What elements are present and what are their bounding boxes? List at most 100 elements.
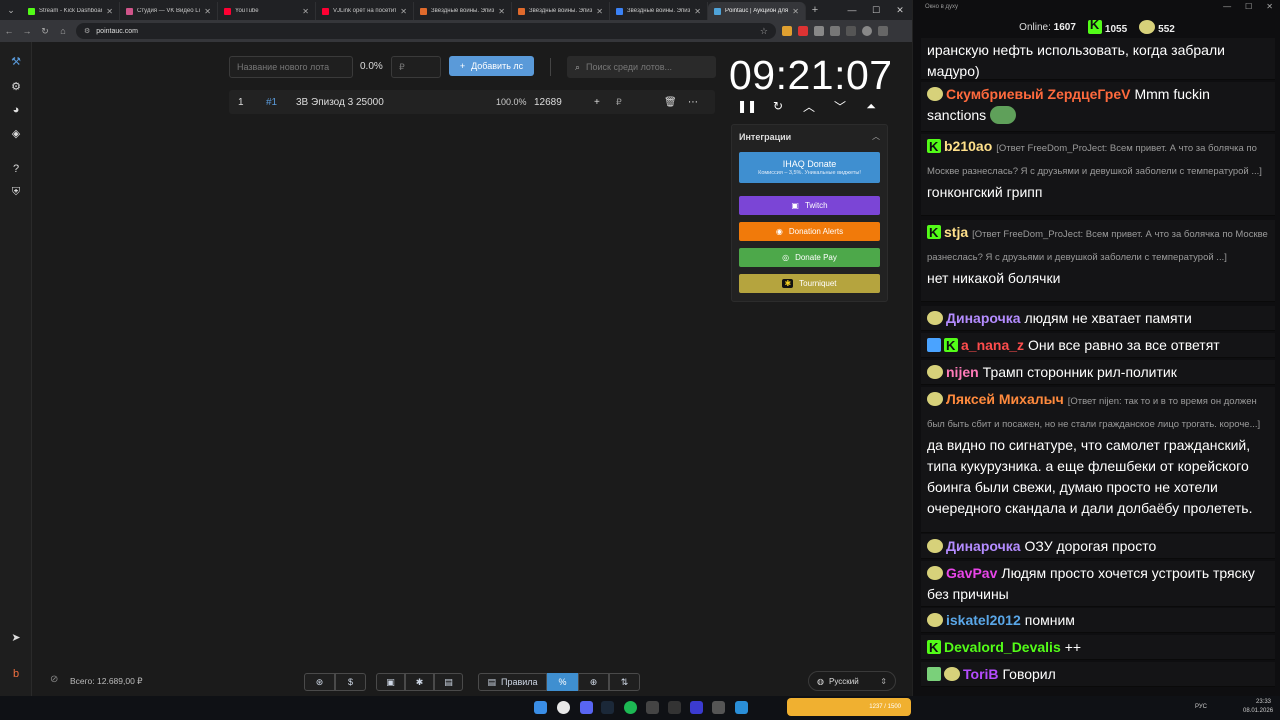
clock-date[interactable]: 08.01.2026	[1243, 708, 1273, 714]
lot-currency-input[interactable]: ₽	[616, 97, 664, 108]
boosty-icon[interactable]: b	[9, 667, 23, 681]
rules-button[interactable]: ▤ Правила	[478, 673, 547, 691]
minimize-icon[interactable]: —	[1223, 2, 1231, 11]
username[interactable]: a_nana_z	[961, 337, 1024, 353]
spotify-icon[interactable]	[624, 701, 637, 714]
new-lot-name-input[interactable]: Название нового лота	[229, 56, 353, 78]
time-down-icon[interactable]: ﹀	[832, 98, 848, 114]
steam-icon[interactable]	[601, 701, 614, 714]
browser-tab[interactable]: Звёздные войны. Эпизод ✕	[414, 2, 512, 20]
username[interactable]: Динарочка	[946, 538, 1021, 554]
donation-alerts-button[interactable]: ◉ Donation Alerts	[739, 222, 880, 241]
donate-dollar-icon[interactable]: $	[335, 673, 366, 691]
telegram-icon[interactable]	[735, 701, 748, 714]
username[interactable]: nijen	[946, 364, 979, 380]
save-icon[interactable]: ▣	[376, 673, 405, 691]
username[interactable]: Динарочка	[946, 310, 1021, 326]
language-select[interactable]: ◍ Русский ⇕	[808, 671, 896, 691]
extension-icon[interactable]	[782, 26, 792, 36]
app-icon[interactable]	[646, 701, 659, 714]
donate-pay-button[interactable]: ◎ Donate Pay	[739, 248, 880, 267]
new-lot-amount-input[interactable]: ₽	[391, 56, 441, 78]
ihaq-donate-button[interactable]: IHAQ Donate Комиссия – 3,5%. Уникальные …	[739, 152, 880, 183]
discord-icon[interactable]	[580, 701, 593, 714]
reload-icon[interactable]: ↻	[36, 26, 54, 37]
username[interactable]: iskatel2012	[946, 612, 1021, 628]
username[interactable]: b210ao	[944, 138, 992, 154]
pause-icon[interactable]: ❚❚	[737, 98, 757, 114]
forward-icon[interactable]: →	[18, 26, 36, 36]
clock-time[interactable]: 23:33	[1256, 699, 1271, 705]
layers-icon[interactable]: ◈	[9, 126, 23, 140]
browser-tab[interactable]: Звёздные войны. Эпизод ✕	[610, 2, 708, 20]
auction-hammer-icon[interactable]: ⚒	[9, 54, 23, 68]
close-icon[interactable]: ✕	[596, 7, 603, 16]
tourniquet-button[interactable]: ✱ Tourniquet	[739, 274, 880, 293]
time-up-icon[interactable]: ︿	[801, 98, 817, 114]
menu-icon[interactable]	[878, 26, 888, 36]
percent-toggle[interactable]: %	[547, 673, 578, 691]
lot-search-input[interactable]: ⌕ Поиск среди лотов...	[567, 56, 716, 78]
close-icon[interactable]: ✕	[694, 7, 701, 16]
browser-tab[interactable]: VJLink орёт на посетителей✕	[316, 2, 414, 20]
username[interactable]: Ляксей Михалыч	[946, 391, 1064, 407]
username[interactable]: Devalord_Devalis	[944, 639, 1061, 655]
maximize-icon[interactable]: ☐	[1245, 2, 1252, 11]
tab-search-icon[interactable]: ⌄	[0, 0, 22, 20]
browser-tab[interactable]: Студия — VK Видео Live ✕	[120, 2, 218, 20]
close-icon[interactable]: ✕	[400, 7, 407, 16]
download-icon[interactable]	[846, 26, 856, 36]
minimize-icon[interactable]: —	[840, 0, 864, 20]
lot-row[interactable]: 1 #1 3В Эпизод 3 25000 100.0% 12689 + ₽ …	[229, 90, 715, 114]
add-amount-icon[interactable]: +	[594, 97, 616, 108]
reset-icon[interactable]: ↻	[770, 98, 786, 114]
browser-tab[interactable]: Звёздные войны. Эпизод ✕	[512, 2, 610, 20]
chrome-icon[interactable]	[557, 701, 570, 714]
new-tab-button[interactable]: +	[806, 4, 824, 16]
hide-total-icon[interactable]: ⊘	[50, 674, 58, 685]
media-widget[interactable]: 1237 / 1500	[787, 698, 911, 716]
maximize-icon[interactable]: ☐	[864, 0, 888, 20]
browser-tab-active[interactable]: Pointauc | Аукцион для стримеров✕	[708, 2, 806, 20]
extensions-puzzle-icon[interactable]	[830, 26, 840, 36]
app-icon[interactable]	[712, 701, 725, 714]
close-icon[interactable]: ✕	[1266, 2, 1273, 11]
double-up-icon[interactable]: ⏶	[863, 98, 879, 114]
close-window-icon[interactable]: ✕	[888, 0, 912, 20]
github-icon[interactable]: ⊛	[304, 673, 335, 691]
more-icon[interactable]: ⋯	[688, 97, 702, 108]
back-icon[interactable]: ←	[0, 26, 18, 36]
close-icon[interactable]: ✕	[792, 7, 799, 16]
sort-icon[interactable]: ⇅	[609, 673, 640, 691]
url-field[interactable]: ⚙ pointauc.com ☆	[76, 23, 776, 39]
delete-icon[interactable]: 🗑	[664, 97, 688, 108]
collapse-icon[interactable]: ︿	[872, 131, 880, 142]
shield-icon[interactable]: ⛨	[9, 185, 23, 199]
add-lot-button[interactable]: + Добавить лс	[449, 56, 534, 76]
keyboard-language[interactable]: РУС	[1195, 704, 1207, 710]
app-icon[interactable]	[668, 701, 681, 714]
username[interactable]: Скумбриевый ZердцеГреV	[946, 86, 1130, 102]
username[interactable]: stja	[944, 224, 968, 240]
browser-tab[interactable]: Stream - Kick Dashboard ✕	[22, 2, 120, 20]
split-icon[interactable]: ⊕	[578, 673, 609, 691]
settings-gear-icon[interactable]: ⚙	[9, 79, 23, 93]
username[interactable]: ToriB	[963, 666, 999, 682]
close-icon[interactable]: ✕	[302, 7, 309, 16]
app-icon[interactable]	[690, 701, 703, 714]
extension-icon[interactable]	[798, 26, 808, 36]
clear-icon[interactable]: ▤	[434, 673, 463, 691]
extension-icon[interactable]	[814, 26, 824, 36]
close-icon[interactable]: ✕	[204, 7, 211, 16]
close-icon[interactable]: ✕	[498, 7, 505, 16]
close-icon[interactable]: ✕	[106, 7, 113, 16]
username[interactable]: GavPav	[946, 565, 997, 581]
twitch-button[interactable]: ▣ Twitch	[739, 196, 880, 215]
browser-tab[interactable]: YouTube ✕	[218, 2, 316, 20]
site-info-icon[interactable]: ⚙	[84, 27, 90, 35]
profile-avatar[interactable]	[862, 26, 872, 36]
start-icon[interactable]	[534, 701, 547, 714]
home-icon[interactable]: ⌂	[54, 26, 72, 36]
bookmark-star-icon[interactable]: ☆	[760, 26, 768, 37]
wheel-icon[interactable]: ◕	[9, 103, 23, 117]
